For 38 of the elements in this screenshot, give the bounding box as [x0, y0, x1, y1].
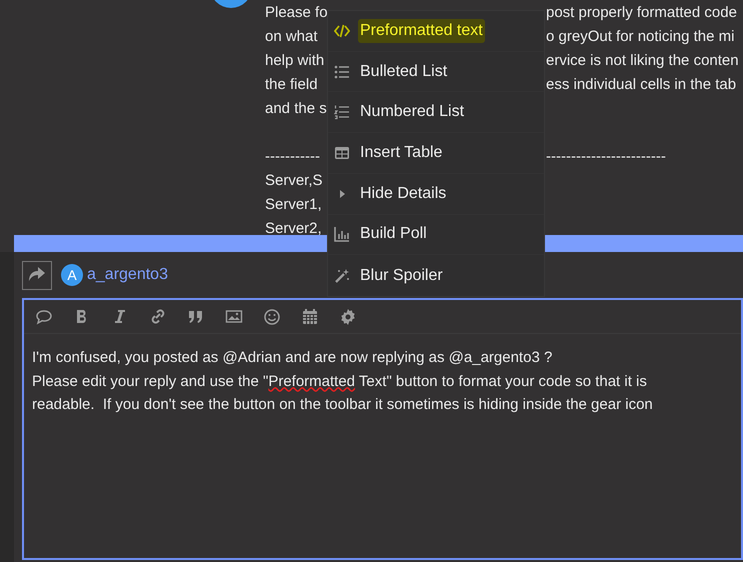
post-text: Please fo [265, 4, 328, 21]
post-text: ess individual cells in the tab [546, 74, 736, 95]
share-arrow-icon [28, 267, 46, 283]
menu-item[interactable]: Numbered List [328, 92, 544, 134]
bar-chart-icon [334, 226, 350, 242]
link-icon [149, 308, 167, 326]
calendar-icon [301, 308, 319, 326]
image-icon [225, 308, 243, 326]
menu-item[interactable]: Hide Details [328, 174, 544, 215]
smiley-icon [263, 308, 281, 326]
post-text: the field [265, 76, 318, 93]
reply-button[interactable] [22, 260, 52, 290]
post-text: on what [265, 28, 318, 45]
menu-item[interactable]: Preformatted text [328, 11, 544, 52]
settings-icon [339, 308, 357, 326]
post-text: help with [265, 52, 324, 69]
post-text: post properly formatted code [546, 2, 737, 23]
menu-item[interactable]: Build Poll [328, 214, 544, 256]
post-text: Server1, [265, 196, 322, 213]
menu-item[interactable]: Insert Table [328, 133, 544, 174]
magic-wand-icon [334, 268, 350, 284]
bulleted-list-icon [334, 64, 350, 80]
post-text: Server,S [265, 172, 323, 189]
username: a_argento3 [87, 265, 168, 285]
post-text: ------------------------ [546, 146, 666, 167]
post-text: Server2, [265, 220, 322, 237]
menu-item[interactable]: Blur Spoiler [328, 255, 544, 296]
reply-text[interactable]: I'm confused, you posted as @Adrian and are now replying as @a_argento3 ? Please edit your reply and use the "Preformatted Text" button to format your code so that it is readable. If you don't see the button on the toolbar it sometimes is hiding inside the gear icon [24, 334, 707, 416]
speech-bubble-icon [35, 308, 53, 326]
post-text: o greyOut for noticing the mi [546, 26, 734, 47]
menu-item[interactable]: Bulleted List [328, 52, 544, 92]
numbered-list-icon [334, 104, 350, 120]
code-icon [334, 22, 350, 39]
post-text: ----------- [265, 148, 320, 165]
post-text: ervice is not liking the conten [546, 50, 739, 71]
avatar: A [61, 264, 83, 286]
post-text: and the s [265, 100, 327, 117]
table-icon [334, 145, 350, 162]
